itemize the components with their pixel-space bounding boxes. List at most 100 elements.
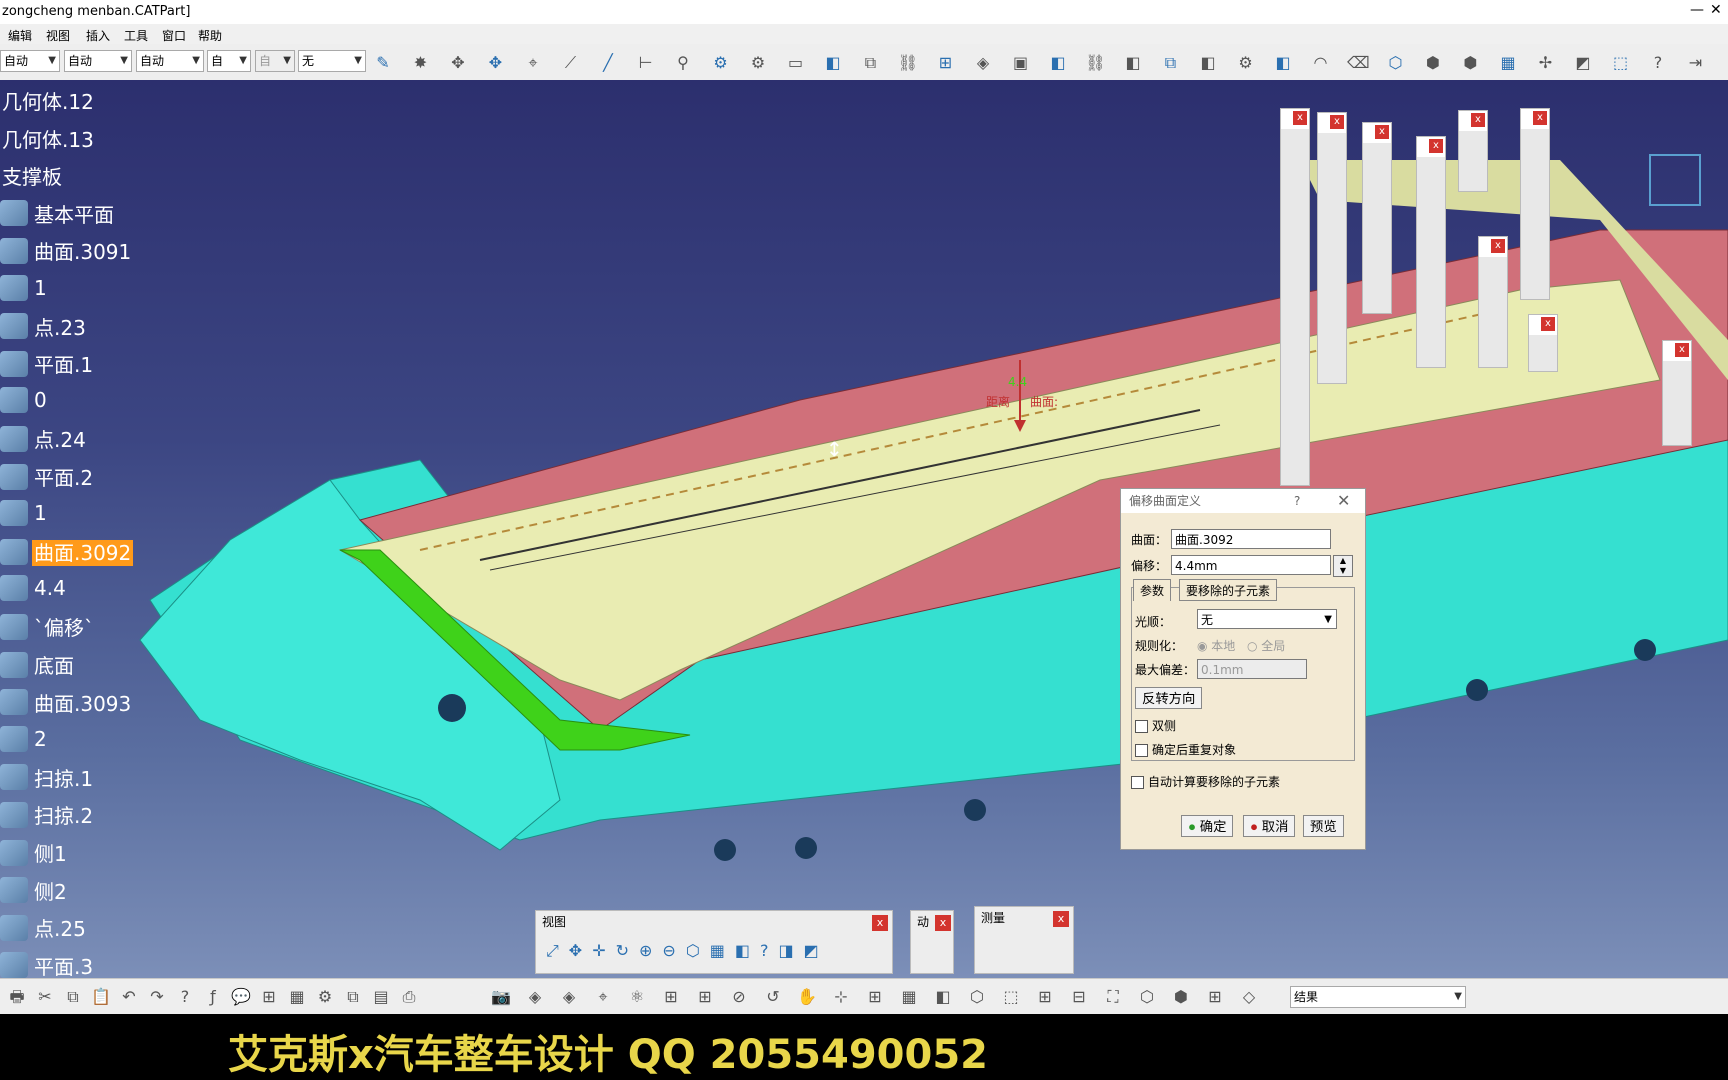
scene-icon[interactable]: ◈ [972,52,994,74]
linetype-combo[interactable]: 自动 ▼ [64,50,132,72]
menu-edit[interactable]: 编辑 [8,27,32,44]
close-window-button[interactable]: ✕ [1710,2,1722,18]
dialog-close-button[interactable]: ✕ [1337,489,1350,513]
tree-item[interactable]: `偏移` [0,612,96,642]
tree-item[interactable]: 底面 [0,650,76,680]
repeat-object-checkbox[interactable]: 确定后重复对象 [1135,741,1236,758]
smooth-select[interactable]: 无 ▼ [1197,609,1337,629]
tree-item[interactable]: 几何体.13 [0,124,96,154]
tree-item[interactable]: 4.4 [0,575,68,605]
shape-icon[interactable]: ⬡ [1385,52,1407,74]
bulb-icon[interactable]: ✸ [410,52,432,74]
max-deviation-field[interactable]: 0.1mm [1197,659,1307,679]
offset-stepper[interactable]: ▲ ▼ [1333,555,1353,577]
tree-item[interactable]: 点.25 [0,913,88,943]
view-icons[interactable]: ⤢✥✛↻⊕⊖⬡▦◧?◨◩ [546,941,829,961]
eraser-icon[interactable]: ⌫ [1347,52,1370,74]
grid-icon[interactable]: ⊞ [1204,986,1226,1008]
tree-item[interactable]: 扫掠.2 [0,800,95,830]
part-icon[interactable]: ◧ [1197,52,1219,74]
camera-icon[interactable]: 📷 [490,986,512,1008]
view-panel-close[interactable]: x [872,915,888,931]
gear-icon[interactable]: ⚙ [1235,52,1257,74]
box-icon[interactable]: ▣ [1010,52,1032,74]
tree-item[interactable]: 平面.3 [0,951,95,981]
menu-tools[interactable]: 工具 [124,27,148,44]
tree-item[interactable]: 侧2 [0,876,69,906]
tree-item[interactable]: 侧1 [0,838,69,868]
3d-viewport[interactable]: 距离 曲面: 4.4 ↕ x x x x x x x x x 视图 x ⤢✥✛↻… [0,80,1728,978]
box-icon[interactable]: ◧ [932,986,954,1008]
doc-icon[interactable]: ▭ [785,52,807,74]
grid-icon[interactable]: ⊞ [1034,986,1056,1008]
tree-icon[interactable]: ⚛ [626,986,648,1008]
pen-icon[interactable]: ✎ [372,52,394,74]
tree-item[interactable]: 基本平面 [0,199,116,229]
menu-insert[interactable]: 插入 [86,27,110,44]
cube-icon[interactable]: ⬢ [1170,986,1192,1008]
ok-button[interactable]: ● 确定 [1181,815,1234,837]
radio-global[interactable]: ○ 全局 [1247,637,1285,654]
cube-icon[interactable]: ⬢ [1460,52,1482,74]
tab-parameters[interactable]: 参数 [1133,579,1172,601]
workbench-icon[interactable]: ⬚ [1610,52,1632,74]
cancel-button[interactable]: ● 取消 [1243,815,1296,837]
help-icon[interactable]: ? [1647,52,1669,74]
menu-window[interactable]: 窗口 [162,27,186,44]
cube-icon[interactable]: ⬡ [1136,986,1158,1008]
both-sides-checkbox[interactable]: 双侧 [1135,717,1176,734]
table-icon[interactable]: ▦ [898,986,920,1008]
snap-icon[interactable]: ⌖ [592,986,614,1008]
grid-icon[interactable]: ⊞ [864,986,886,1008]
pan-icon[interactable]: ✋ [796,986,818,1008]
undo-icon[interactable]: ↶ [118,986,140,1008]
grid-icon[interactable]: ⊞ [694,986,716,1008]
tree-item[interactable]: 曲面.3091 [0,236,133,266]
axis-icon[interactable]: ⊹ [830,986,852,1008]
tree-item[interactable]: 扫掠.1 [0,763,95,793]
part-icon[interactable]: ◧ [822,52,844,74]
lineweight-combo[interactable]: 自动 ▼ [136,50,204,72]
anim-panel-close[interactable]: x [935,915,951,931]
move-icon[interactable]: ✥ [485,52,507,74]
tree-item[interactable]: 0 [0,387,49,417]
dialog-help-button[interactable]: ? [1294,489,1300,513]
reverse-direction-button[interactable]: 反转方向 [1135,687,1203,709]
dim-icon[interactable]: ⊢ [635,52,657,74]
tree-item[interactable]: 平面.1 [0,349,95,379]
offset-field[interactable]: 4.4mm [1171,555,1331,575]
print-icon[interactable]: 🖶 [6,986,28,1008]
analysis-icon[interactable]: ⚙ [710,52,732,74]
snap-icon[interactable]: ⌖ [522,52,544,74]
layer-icon[interactable]: ◈ [524,986,546,1008]
tree-item[interactable]: 支撑板 [0,161,64,191]
surface-field[interactable]: 曲面.3092 [1171,529,1331,549]
lock-icon[interactable]: ⊞ [935,52,957,74]
formula-icon[interactable]: ƒ [202,986,224,1008]
link-icon[interactable]: ⛓ [1085,52,1107,74]
tree-item[interactable]: 点.23 [0,312,88,342]
grid-icon[interactable]: ⊞ [660,986,682,1008]
part-icon[interactable]: ◧ [1122,52,1144,74]
print-icon[interactable]: ⎙ [398,986,420,1008]
tree-item[interactable]: 1 [0,274,49,304]
table-icon[interactable]: ⊞ [258,986,280,1008]
cube-icon[interactable]: ⬡ [966,986,988,1008]
line-icon[interactable]: ╱ [597,52,619,74]
tree-item[interactable]: 2 [0,725,49,755]
minimize-button[interactable]: — [1690,2,1704,18]
grid-icon[interactable]: ▦ [1497,52,1519,74]
grid-icon[interactable]: ▦ [286,986,308,1008]
layer-icon[interactable]: ◈ [558,986,580,1008]
cut-icon[interactable]: ✂ [34,986,56,1008]
measure-panel-close[interactable]: x [1053,911,1069,927]
measure-icon[interactable]: ⚲ [672,52,694,74]
hide-icon[interactable]: ⊘ [728,986,750,1008]
comment-icon[interactable]: 💬 [230,986,252,1008]
tree-item[interactable]: 点.24 [0,424,88,454]
menu-view[interactable]: 视图 [46,27,70,44]
tab-subelements[interactable]: 要移除的子元素 [1179,579,1278,601]
sketch-icon[interactable]: ◩ [1572,52,1594,74]
grid-icon[interactable]: ⊟ [1068,986,1090,1008]
move-icon[interactable]: ✥ [447,52,469,74]
